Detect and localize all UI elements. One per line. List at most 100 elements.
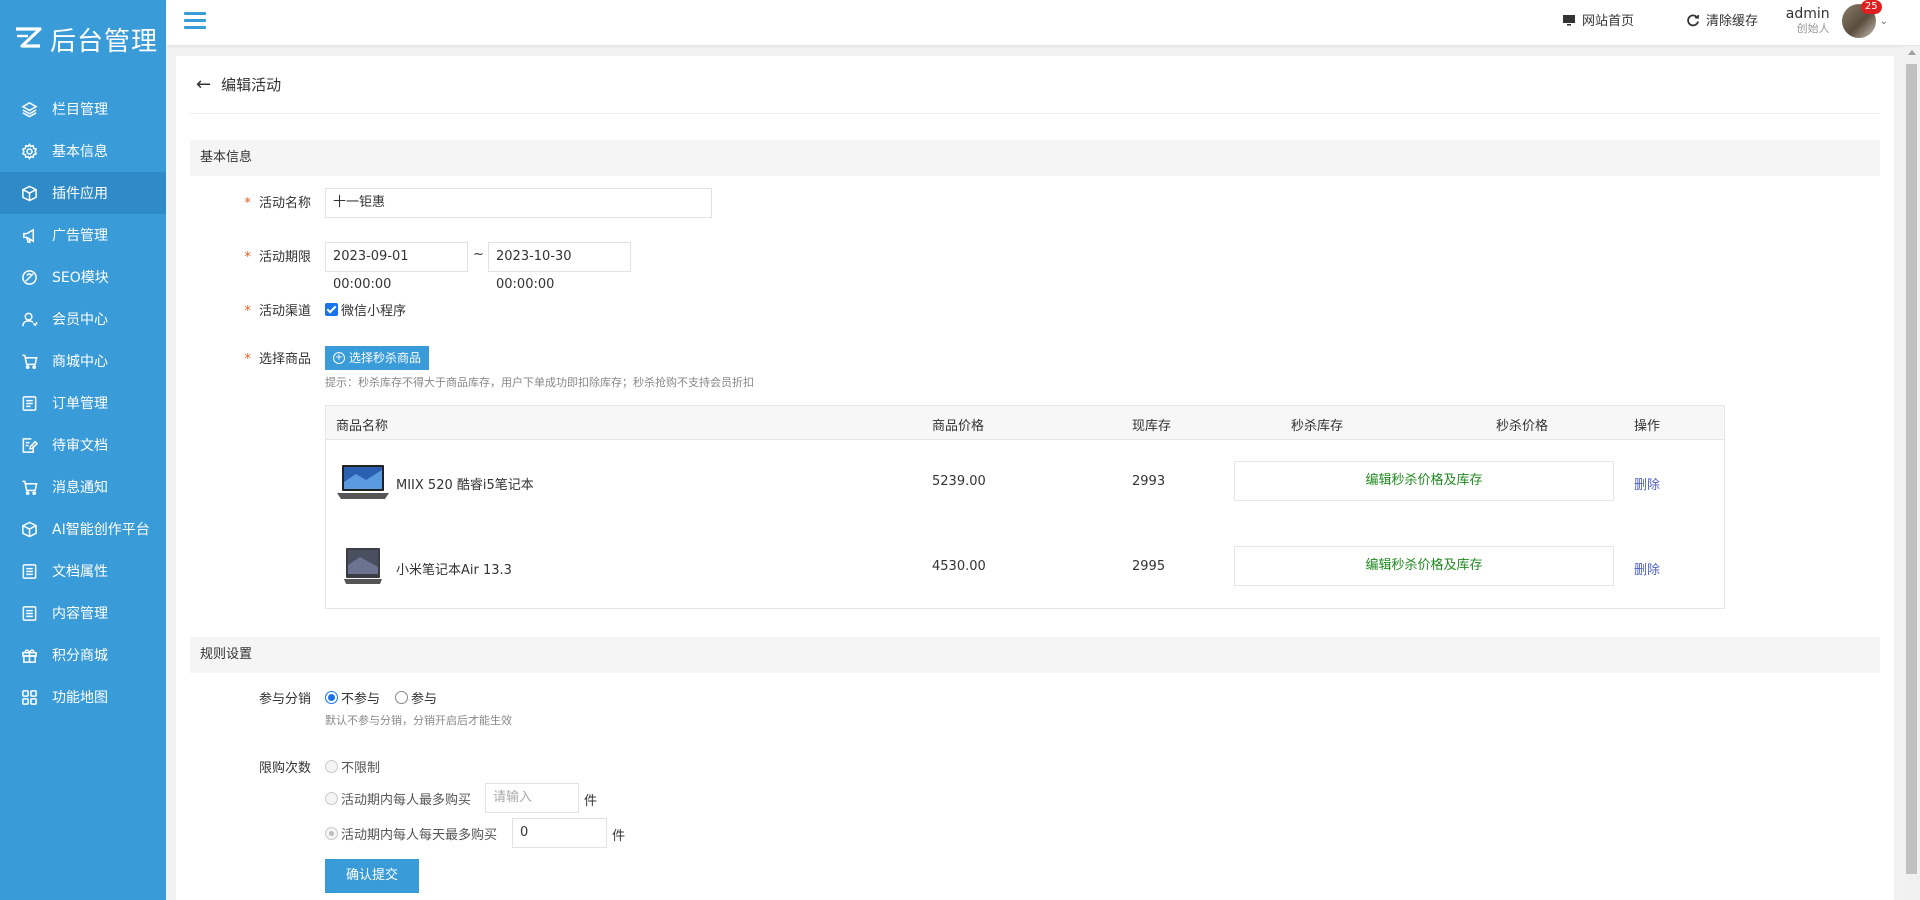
end-date-input[interactable]: 2023-10-30 00:00:00 xyxy=(488,242,631,292)
start-date-input[interactable]: 2023-09-01 00:00:00 xyxy=(325,242,468,292)
sidebar-item-label: 积分商城 xyxy=(52,648,108,664)
scrollbar[interactable] xyxy=(1903,46,1920,900)
sidebar-item-basic-info[interactable]: 基本信息 xyxy=(0,130,166,172)
unit-label: 件 xyxy=(612,829,626,844)
submit-button[interactable]: 确认提交 xyxy=(325,859,419,893)
sidebar-item-label: 文档属性 xyxy=(52,564,108,580)
sidebar-item-label: 消息通知 xyxy=(52,480,108,496)
sidebar-item-label: 内容管理 xyxy=(52,606,108,622)
user-name: admin xyxy=(1785,6,1830,22)
website-home-link[interactable]: 网站首页 xyxy=(1562,10,1634,29)
wechat-miniprogram-checkbox[interactable]: 微信小程序 xyxy=(325,300,406,319)
doc-icon xyxy=(20,562,38,580)
radio-disabled-icon[interactable] xyxy=(325,792,338,805)
sidebar-item-notifications[interactable]: 消息通知 xyxy=(0,466,166,508)
sidebar-item-points-mall[interactable]: 积分商城 xyxy=(0,634,166,676)
limit-per-day-input[interactable]: 0 xyxy=(512,818,607,848)
activity-channel-label: * 活动渠道 xyxy=(196,300,311,319)
edit-doc-icon xyxy=(20,436,38,454)
sidebar-item-doc-attributes[interactable]: 文档属性 xyxy=(0,550,166,592)
limit-per-person-input[interactable]: 请输入 xyxy=(485,783,579,813)
goods-table: 商品名称 商品价格 现库存 秒杀库存 秒杀价格 操作 MIIX 520 酷睿i5… xyxy=(325,405,1725,609)
scroll-up-arrow-icon[interactable] xyxy=(1908,50,1916,55)
user-menu[interactable]: admin 创始人 25 ⌄ xyxy=(1786,0,1888,38)
select-seckill-goods-button[interactable]: + 选择秒杀商品 xyxy=(325,346,430,370)
gift-icon xyxy=(20,646,38,664)
sidebar-item-pending-docs[interactable]: 待审文档 xyxy=(0,424,166,466)
distribution-radio-no[interactable]: 不参与 xyxy=(325,688,380,707)
seo-icon xyxy=(20,268,38,286)
sidebar-item-seo[interactable]: SEO模块 xyxy=(0,256,166,298)
checkbox-checked-icon[interactable] xyxy=(325,303,338,316)
required-mark: * xyxy=(244,352,251,367)
section-rules: 规则设置 xyxy=(190,637,1880,673)
product-name: 小米笔记本Air 13.3 xyxy=(396,563,512,578)
activity-period-label-text: 活动期限 xyxy=(258,250,311,265)
activity-name-label: * 活动名称 xyxy=(196,192,311,211)
menu-toggle-icon[interactable] xyxy=(184,12,206,32)
cart-icon xyxy=(20,352,38,370)
product-stock: 2995 xyxy=(1132,559,1166,574)
table-header: 商品名称 商品价格 现库存 秒杀库存 秒杀价格 操作 xyxy=(326,406,1724,440)
cart-icon xyxy=(20,478,38,496)
sidebar-item-columns[interactable]: 栏目管理 xyxy=(0,88,166,130)
activity-name-label-text: 活动名称 xyxy=(258,196,311,211)
refresh-icon xyxy=(1687,14,1700,26)
edit-seckill-price-stock-button[interactable]: 编辑秒杀价格及库存 xyxy=(1234,546,1614,586)
select-seckill-goods-label: 选择秒杀商品 xyxy=(349,351,422,365)
table-row: 小米笔记本Air 13.3 4530.00 2995 编辑秒杀价格及库存 删除 xyxy=(326,525,1724,610)
limit-radio-unlimited[interactable]: 不限制 xyxy=(325,757,380,776)
distribution-option-no: 不参与 xyxy=(341,692,381,707)
clear-cache-link[interactable]: 清除缓存 xyxy=(1686,10,1758,29)
scroll-thumb[interactable] xyxy=(1906,64,1917,874)
layers-icon xyxy=(20,100,38,118)
edit-seckill-price-stock-button[interactable]: 编辑秒杀价格及库存 xyxy=(1234,461,1614,501)
sidebar-item-label: 订单管理 xyxy=(52,396,108,412)
sidebar-item-feature-map[interactable]: 功能地图 xyxy=(0,676,166,718)
sidebar-item-orders[interactable]: 订单管理 xyxy=(0,382,166,424)
user-role: 创始人 xyxy=(1796,22,1830,35)
chevron-down-icon[interactable]: ⌄ xyxy=(1880,16,1888,27)
unit-label: 件 xyxy=(584,794,598,809)
back-arrow-icon[interactable]: ← xyxy=(196,74,211,95)
select-goods-label-text: 选择商品 xyxy=(258,352,311,367)
required-mark: * xyxy=(244,304,251,319)
sidebar-item-label: AI智能创作平台 xyxy=(52,522,150,538)
activity-period-label: * 活动期限 xyxy=(196,246,311,265)
select-goods-label: * 选择商品 xyxy=(196,348,311,367)
sidebar-item-ads[interactable]: 广告管理 xyxy=(0,214,166,256)
radio-unselected-icon[interactable] xyxy=(395,691,408,704)
topbar: 网站首页 清除缓存 admin 创始人 25 ⌄ xyxy=(166,0,1920,46)
col-header-seckill-stock: 秒杀库存 xyxy=(1291,419,1344,434)
sidebar-item-content[interactable]: 内容管理 xyxy=(0,592,166,634)
cube-icon xyxy=(20,520,38,538)
col-header-stock: 现库存 xyxy=(1132,419,1172,434)
clear-cache-label: 清除缓存 xyxy=(1706,14,1759,29)
sidebar-item-ai-platform[interactable]: AI智能创作平台 xyxy=(0,508,166,550)
limit-radio-per-day[interactable]: 活动期内每人每天最多购买 xyxy=(325,824,497,843)
col-header-price: 商品价格 xyxy=(932,419,985,434)
sidebar-item-shop[interactable]: 商城中心 xyxy=(0,340,166,382)
wechat-miniprogram-label: 微信小程序 xyxy=(341,304,407,319)
avatar[interactable]: 25 xyxy=(1841,0,1882,38)
grid-icon xyxy=(20,688,38,706)
laptop-image xyxy=(344,548,382,584)
page-header: ← 编辑活动 xyxy=(190,56,1880,114)
sidebar-item-label: 商城中心 xyxy=(52,354,108,370)
distribution-radio-yes[interactable]: 参与 xyxy=(395,688,437,707)
radio-disabled-selected-icon[interactable] xyxy=(325,827,338,840)
radio-selected-icon[interactable] xyxy=(325,691,338,704)
delete-link[interactable]: 删除 xyxy=(1634,474,1660,493)
limit-radio-per-person[interactable]: 活动期内每人最多购买 xyxy=(325,789,471,808)
list-icon xyxy=(20,394,38,412)
activity-name-input[interactable]: 十一钜惠 xyxy=(325,188,712,218)
sidebar-item-members[interactable]: 会员中心 xyxy=(0,298,166,340)
goods-hint: 提示：秒杀库存不得大于商品库存，用户下单成功即扣除库存；秒杀抢购不支持会员折扣 xyxy=(325,376,754,389)
logo[interactable]: 后台管理 xyxy=(0,0,166,78)
radio-disabled-icon[interactable] xyxy=(325,760,338,773)
delete-link[interactable]: 删除 xyxy=(1634,559,1660,578)
laptop-image xyxy=(337,465,389,499)
user-info: admin 创始人 xyxy=(1786,6,1830,36)
logo-text: 后台管理 xyxy=(50,26,159,57)
sidebar-item-plugins[interactable]: 插件应用 xyxy=(0,172,166,214)
